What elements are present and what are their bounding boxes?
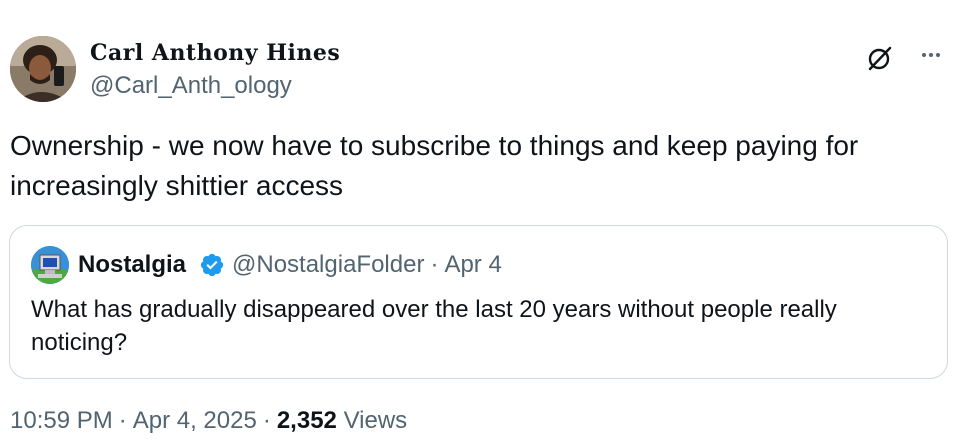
views-label: Views — [343, 407, 408, 434]
quoted-tweet[interactable]: Nostalgia @NostalgiaFolder · Apr 4 What ha… — [9, 225, 948, 379]
author-avatar[interactable] — [10, 36, 76, 102]
quoted-author-avatar[interactable] — [31, 246, 69, 284]
quoted-meta: @NostalgiaFolder · Apr 4 — [232, 251, 502, 279]
author-handle[interactable]: @Carl_Anth_ology — [90, 72, 292, 100]
footer-separator: · — [262, 407, 271, 434]
quoted-tweet-text: What has gradually disappeared over the … — [31, 296, 837, 356]
meta-separator: · — [430, 251, 439, 278]
views-count: 2,352 — [276, 407, 337, 434]
verified-badge-icon — [199, 252, 225, 278]
quoted-date[interactable]: Apr 4 — [444, 251, 501, 278]
more-icon[interactable] — [916, 40, 946, 70]
tweet-date[interactable]: Apr 4, 2025 — [133, 407, 257, 434]
tweet-time[interactable]: 10:59 PM — [10, 407, 113, 434]
quoted-author-name[interactable]: Nostalgia — [78, 251, 186, 279]
quoted-author-handle[interactable]: @NostalgiaFolder — [232, 251, 424, 278]
grok-icon[interactable] — [866, 44, 894, 72]
tweet-text: Ownership - we now have to subscribe to … — [10, 130, 859, 201]
footer-separator: · — [118, 407, 127, 434]
tweet-footer: 10:59 PM · Apr 4, 2025 · 2,352 Views — [10, 407, 407, 435]
tweet: Carl Anthony Hines @Carl_Anth_ology Owne… — [0, 0, 960, 447]
author-display-name[interactable]: Carl Anthony Hines — [90, 40, 340, 66]
